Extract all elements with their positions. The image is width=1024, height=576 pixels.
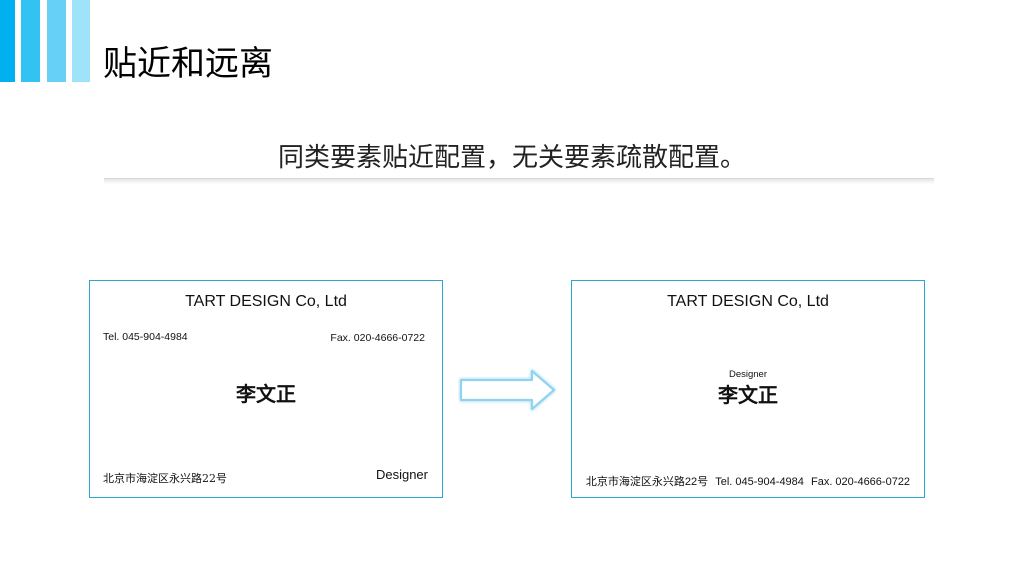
slide: 贴近和远离 同类要素贴近配置，无关要素疏散配置。 TART DESIGN Co,… bbox=[0, 0, 1024, 576]
accent-bar-2 bbox=[21, 0, 40, 82]
card-after-company: TART DESIGN Co, Ltd bbox=[667, 293, 829, 310]
business-card-after: TART DESIGN Co, Ltd Designer 李文正 北京市海淀区永… bbox=[571, 280, 925, 498]
card-after-address: 北京市海淀区永兴路22号 bbox=[585, 476, 709, 488]
accent-bar-3 bbox=[47, 0, 66, 82]
card-before-company: TART DESIGN Co, Ltd bbox=[185, 293, 347, 310]
right-arrow-icon bbox=[458, 368, 558, 412]
card-after-name: 李文正 bbox=[718, 383, 778, 407]
card-after-role: Designer bbox=[728, 369, 768, 380]
accent-bar-4 bbox=[72, 0, 90, 82]
card-after-contact-line: 北京市海淀区永兴路22号 Tel. 045-904-4984 Fax. 020-… bbox=[572, 475, 924, 489]
accent-bar-1 bbox=[0, 0, 15, 82]
slide-title: 贴近和远离 bbox=[103, 44, 273, 84]
business-card-before: TART DESIGN Co, Ltd Tel. 045-904-4984 Fa… bbox=[89, 280, 443, 498]
card-before-address: 北京市海淀区永兴路22号 bbox=[103, 472, 227, 485]
card-before-tel: Tel. 045-904-4984 bbox=[103, 331, 188, 343]
slide-subtitle: 同类要素贴近配置，无关要素疏散配置。 bbox=[277, 143, 746, 173]
subtitle-divider bbox=[104, 178, 934, 184]
card-after-fax: Fax. 020-4666-0722 bbox=[810, 476, 911, 488]
card-after-tel: Tel. 045-904-4984 bbox=[715, 476, 804, 488]
card-before-fax: Fax. 020-4666-0722 bbox=[330, 332, 425, 344]
card-before-name: 李文正 bbox=[236, 382, 296, 406]
card-before-role: Designer bbox=[375, 467, 428, 482]
